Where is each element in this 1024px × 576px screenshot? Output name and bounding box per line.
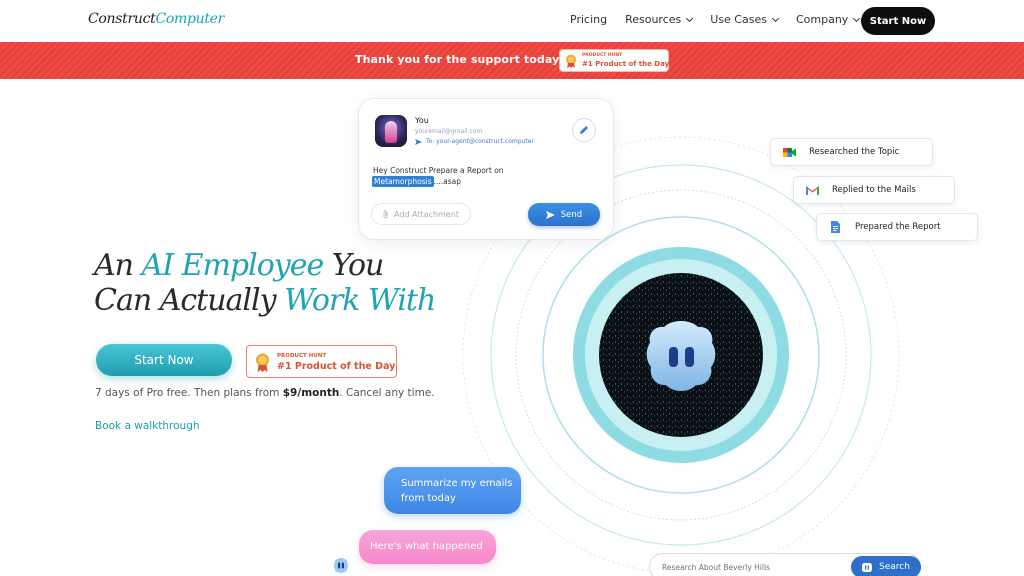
top-nav: ConstructComputer Pricing Resources Use … bbox=[0, 0, 1024, 42]
badge-kicker: PRODUCT HUNT bbox=[582, 53, 623, 58]
badge-title: #1 Product of the Day bbox=[277, 361, 396, 372]
task-label: Prepared the Report bbox=[855, 222, 941, 232]
sender-email: youremail@gmail.com bbox=[415, 128, 483, 135]
chat-line: Summarize my emails bbox=[401, 478, 513, 489]
nav-link-label: Resources bbox=[625, 13, 682, 26]
nav-link-use-cases[interactable]: Use Cases bbox=[710, 13, 780, 26]
nav-link-resources[interactable]: Resources bbox=[625, 13, 694, 26]
message-line-2: Metamorphosis ....asap bbox=[372, 176, 461, 187]
send-label: Send bbox=[560, 209, 583, 220]
nav-links: Pricing Resources Use Cases Company bbox=[570, 13, 861, 26]
nav-link-label: Pricing bbox=[570, 13, 608, 26]
logo[interactable]: ConstructComputer bbox=[88, 11, 224, 27]
recipient-line: To: your-agent@construct.computer bbox=[415, 138, 534, 145]
avatar bbox=[375, 115, 407, 147]
pricing-note-pre: 7 days of Pro free. Then plans from bbox=[95, 387, 283, 399]
attachment-label: Add Attachment bbox=[394, 209, 459, 219]
send-button[interactable]: Send bbox=[528, 203, 600, 226]
user-chat-bubble: Summarize my emails from today bbox=[384, 467, 521, 514]
task-prepared: Prepared the Report bbox=[816, 213, 978, 241]
search-placeholder: Research About Beverly Hills bbox=[662, 563, 770, 572]
chevron-down-icon bbox=[686, 14, 694, 22]
page: ConstructComputer Pricing Resources Use … bbox=[0, 0, 1024, 576]
headline-word: Can Actually bbox=[94, 283, 285, 318]
chevron-down-icon bbox=[771, 14, 780, 22]
book-walkthrough-link[interactable]: Book a walkthrough bbox=[95, 420, 200, 432]
start-now-button[interactable]: Start Now bbox=[96, 344, 232, 376]
logo-part2: Computer bbox=[155, 11, 225, 27]
task-label: Researched the Topic bbox=[809, 147, 900, 157]
chat-line: from today bbox=[401, 493, 456, 504]
banner-text: Thank you for the support today bbox=[355, 53, 560, 66]
hero-headline: An AI Employee You Can Actually Work Wit… bbox=[94, 248, 436, 318]
send-icon bbox=[545, 210, 555, 219]
headline-accent: Work With bbox=[284, 283, 436, 318]
task-replied: Replied to the Mails bbox=[793, 176, 955, 204]
recipient-text: To: your-agent@construct.computer bbox=[426, 138, 534, 145]
message-tail: ....asap bbox=[433, 177, 462, 186]
search-button[interactable]: Search bbox=[851, 556, 921, 576]
search-button-label: Search bbox=[879, 562, 910, 572]
agent-chat-bubble: Here's what happened bbox=[359, 530, 496, 564]
pricing-note-post: . Cancel any time. bbox=[339, 387, 435, 399]
task-researched: Researched the Topic bbox=[770, 138, 933, 166]
nav-link-label: Use Cases bbox=[710, 13, 767, 26]
message-line: Hey Construct Prepare a Report on bbox=[373, 166, 504, 175]
google-docs-icon bbox=[828, 220, 842, 234]
headline-word: An bbox=[94, 248, 142, 283]
announcement-banner: Thank you for the support today bbox=[0, 42, 1024, 79]
badge-title: #1 Product of the Day bbox=[582, 60, 670, 68]
chevron-down-icon bbox=[853, 14, 861, 22]
product-hunt-badge-banner[interactable]: PRODUCT HUNT #1 Product of the Day bbox=[559, 49, 669, 72]
logo-part1: Construct bbox=[88, 11, 156, 27]
medal-icon bbox=[566, 54, 576, 68]
add-attachment-button[interactable]: Add Attachment bbox=[371, 203, 471, 225]
pricing-price: $9/month bbox=[282, 387, 340, 399]
sender-name: You bbox=[415, 116, 429, 125]
chat-reply: Here's what happened bbox=[370, 541, 483, 552]
headline-word: You bbox=[323, 248, 385, 283]
google-meet-icon bbox=[782, 145, 796, 159]
medal-icon bbox=[256, 353, 269, 372]
gmail-icon bbox=[805, 183, 819, 197]
paperclip-icon bbox=[383, 209, 388, 218]
nav-link-pricing[interactable]: Pricing bbox=[570, 13, 607, 26]
email-compose-card: You youremail@gmail.com To: your-agent@c… bbox=[358, 98, 614, 240]
send-icon bbox=[415, 138, 422, 145]
bot-mascot-icon bbox=[646, 321, 716, 391]
product-hunt-badge[interactable]: PRODUCT HUNT #1 Product of the Day bbox=[246, 345, 397, 378]
pricing-note: 7 days of Pro free. Then plans from $9/m… bbox=[95, 387, 435, 399]
pencil-icon bbox=[580, 126, 588, 134]
headline-accent: AI Employee bbox=[141, 248, 325, 283]
nav-link-label: Company bbox=[795, 13, 849, 26]
edit-button[interactable] bbox=[572, 118, 596, 142]
message-highlight: Metamorphosis bbox=[372, 176, 434, 187]
start-now-nav-button[interactable]: Start Now bbox=[861, 7, 935, 35]
bot-mascot-icon bbox=[333, 557, 349, 574]
bot-mascot-icon bbox=[862, 562, 873, 572]
nav-link-company[interactable]: Company bbox=[795, 13, 861, 26]
task-label: Replied to the Mails bbox=[832, 185, 916, 195]
badge-kicker: PRODUCT HUNT bbox=[277, 353, 327, 359]
